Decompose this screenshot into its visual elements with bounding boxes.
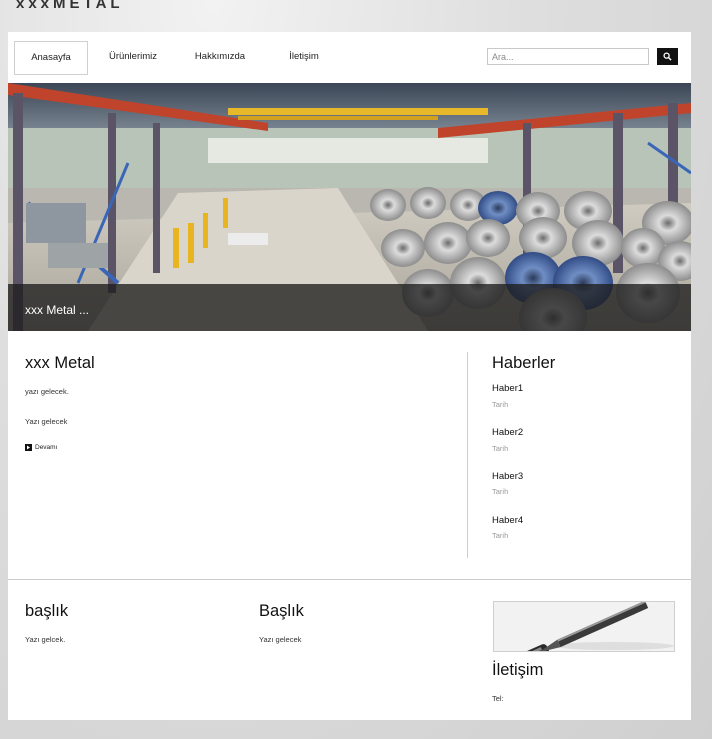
search-button[interactable]	[657, 48, 678, 65]
column-divider	[467, 352, 468, 558]
nav-item-hakkimizda[interactable]: Hakkımızda	[190, 41, 250, 73]
arrow-right-icon	[25, 444, 32, 451]
nav-item-iletisim[interactable]: İletişim	[278, 41, 330, 73]
more-link[interactable]: Devamı	[25, 444, 57, 451]
hero-caption[interactable]: xxx Metal ...	[25, 303, 89, 317]
news-item-date: Tarih	[492, 531, 509, 540]
footer-col1-text: Yazı gelcek.	[25, 635, 66, 644]
contact-tel-label: Tel:	[492, 694, 504, 703]
nav-item-urunlerimiz[interactable]: Ürünlerimiz	[101, 41, 165, 73]
hero-caption-bar: xxx Metal ...	[8, 284, 691, 331]
search-icon	[663, 52, 672, 61]
hero-slider[interactable]: xxx Metal ...	[8, 83, 691, 331]
page-container: Anasayfa Ürünlerimiz Hakkımızda İletişim	[8, 32, 691, 720]
contact-image	[493, 601, 675, 652]
news-item-date: Tarih	[492, 487, 509, 496]
news-item-title[interactable]: Haber3	[492, 471, 523, 482]
news-item-date: Tarih	[492, 400, 509, 409]
section-divider	[8, 579, 691, 580]
footer-col1-title: başlık	[25, 602, 69, 620]
news-item-title[interactable]: Haber2	[492, 427, 523, 438]
contact-title: İletişim	[492, 661, 544, 679]
news-item-date: Tarih	[492, 444, 509, 453]
site-logo[interactable]: xxxMETAL	[16, 0, 124, 14]
intro-title: xxx Metal	[25, 354, 95, 372]
footer-col2-text: Yazı gelecek	[259, 635, 302, 644]
news-item-title[interactable]: Haber4	[492, 515, 523, 526]
intro-text-2: Yazı gelecek	[25, 417, 68, 426]
pen-icon	[494, 602, 674, 651]
news-title: Haberler	[492, 354, 556, 372]
news-item-title[interactable]: Haber1	[492, 383, 523, 394]
more-link-label: Devamı	[35, 444, 58, 451]
intro-text-1: yazı gelecek.	[25, 387, 69, 396]
nav-item-anasayfa[interactable]: Anasayfa	[14, 41, 88, 75]
search-input[interactable]	[487, 48, 649, 65]
footer-col2-title: Başlık	[259, 602, 304, 620]
